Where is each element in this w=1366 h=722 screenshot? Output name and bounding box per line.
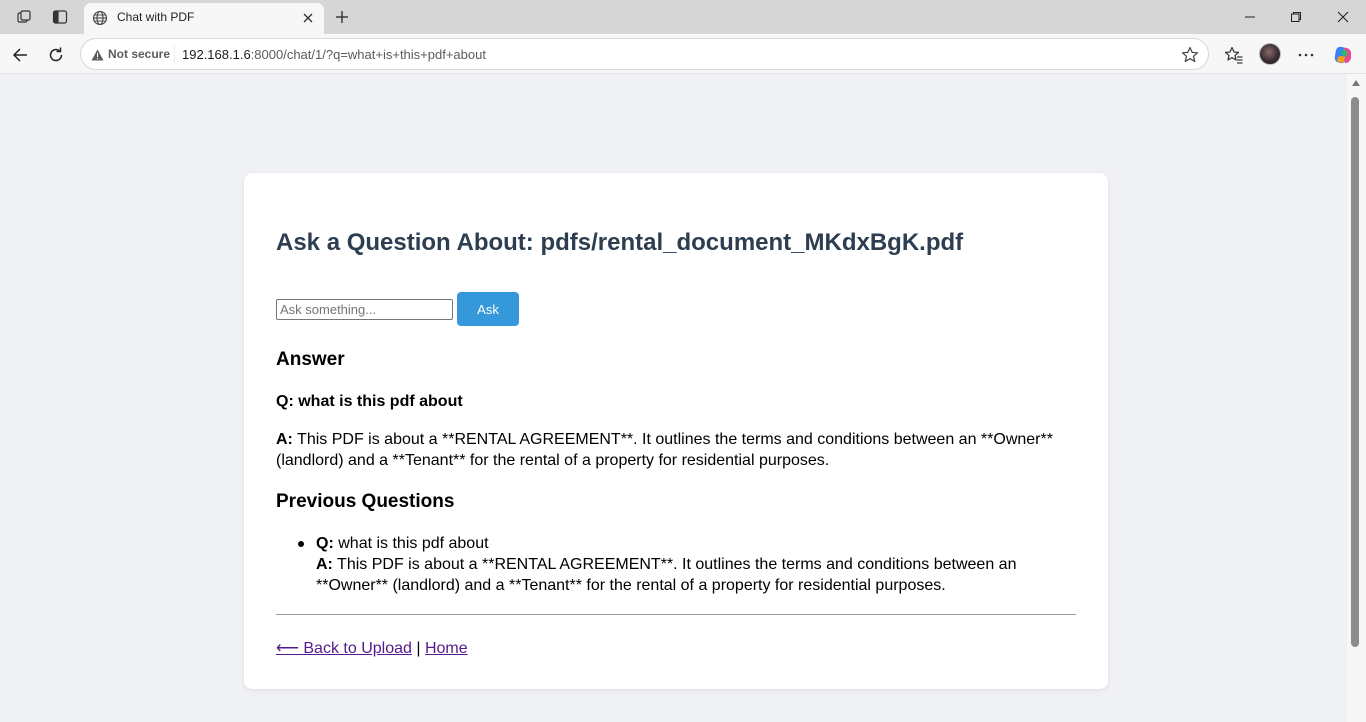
url-text[interactable]: 192.168.1.6:8000/chat/1/?q=what+is+this+… <box>182 47 486 62</box>
tab-chat-with-pdf[interactable]: Chat with PDF <box>84 3 324 34</box>
close-window-icon[interactable] <box>1320 0 1366 34</box>
browser-toolbar: Not secure 192.168.1.6:8000/chat/1/?q=wh… <box>0 34 1366 74</box>
footer-links: ⟵ Back to Upload | Home <box>276 638 468 658</box>
copilot-icon[interactable] <box>1329 41 1357 69</box>
home-link[interactable]: Home <box>425 640 468 657</box>
previous-question-text: what is this pdf about <box>338 535 489 552</box>
chat-card: Ask a Question About: pdfs/rental_docume… <box>244 173 1108 689</box>
a-label: A: <box>316 556 333 573</box>
list-item: Q: what is this pdf about A: This PDF is… <box>276 533 1076 596</box>
more-options-icon[interactable] <box>1292 41 1320 69</box>
favorite-star-icon[interactable] <box>1180 45 1200 65</box>
bullet <box>298 541 304 547</box>
previous-questions-list: Q: what is this pdf about A: This PDF is… <box>276 533 1076 596</box>
back-to-upload-link[interactable]: ⟵ Back to Upload <box>276 640 412 657</box>
security-label[interactable]: Not secure <box>108 47 170 61</box>
previous-question: Q: what is this pdf about <box>316 533 1076 554</box>
url-host: 192.168.1.6 <box>182 47 251 62</box>
close-tab-icon[interactable] <box>300 10 316 26</box>
page-title: Ask a Question About: pdfs/rental_docume… <box>276 229 964 256</box>
tab-title: Chat with PDF <box>117 10 195 24</box>
minimize-icon[interactable] <box>1227 0 1273 34</box>
vertical-tabs-icon[interactable] <box>47 5 73 29</box>
scrollbar[interactable] <box>1347 74 1366 722</box>
current-answer: A: This PDF is about a **RENTAL AGREEMEN… <box>276 429 1076 471</box>
address-bar[interactable]: Not secure 192.168.1.6:8000/chat/1/?q=wh… <box>80 38 1209 70</box>
question-text: what is this pdf about <box>298 393 463 410</box>
ask-button[interactable]: Ask <box>457 292 519 326</box>
a-label: A: <box>276 431 293 448</box>
workspaces-icon[interactable] <box>11 5 37 29</box>
restore-icon[interactable] <box>1273 0 1319 34</box>
scroll-thumb[interactable] <box>1351 97 1359 647</box>
question-input[interactable] <box>276 299 453 320</box>
answer-text: This PDF is about a **RENTAL AGREEMENT**… <box>276 431 1053 469</box>
current-question: Q: what is this pdf about <box>276 393 463 411</box>
back-arrow-icon[interactable] <box>6 41 34 69</box>
scroll-up-arrow-icon[interactable] <box>1352 80 1360 86</box>
url-path: :8000/chat/1/?q=what+is+this+pdf+about <box>250 47 486 62</box>
new-tab-icon[interactable] <box>330 5 354 29</box>
separator <box>174 46 175 63</box>
previous-questions-heading: Previous Questions <box>276 491 455 512</box>
refresh-icon[interactable] <box>42 41 70 69</box>
tab-strip: Chat with PDF <box>0 0 1366 34</box>
profile-avatar[interactable] <box>1259 43 1281 65</box>
divider <box>276 614 1076 615</box>
q-label: Q: <box>316 535 334 552</box>
previous-answer: A: This PDF is about a **RENTAL AGREEMEN… <box>316 554 1076 596</box>
q-label: Q: <box>276 393 294 410</box>
link-separator: | <box>416 640 421 657</box>
favorites-icon[interactable] <box>1220 41 1248 69</box>
warning-icon[interactable] <box>91 48 104 66</box>
globe-icon <box>92 10 108 31</box>
answer-heading: Answer <box>276 349 345 370</box>
previous-answer-text: This PDF is about a **RENTAL AGREEMENT**… <box>316 556 1017 594</box>
